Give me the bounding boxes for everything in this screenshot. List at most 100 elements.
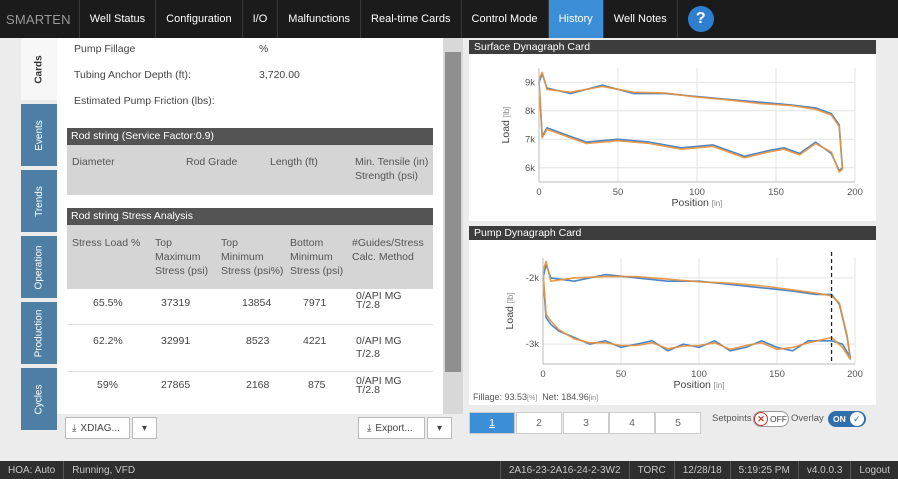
cell-guides: 0/API MG T/2.8 (356, 335, 402, 360)
download-icon: ⤓ (367, 422, 372, 434)
brand-logo: SMARTEN (6, 11, 71, 27)
y-tick-label: 6k (525, 163, 535, 174)
y-axis-unit: [lb] (502, 107, 511, 118)
tab-real-time-cards[interactable]: Real-time Cards (360, 0, 460, 38)
help-icon[interactable]: ? (687, 6, 714, 32)
page-button-2[interactable]: 2 (516, 412, 562, 434)
col-diameter: Diameter (72, 156, 115, 168)
x-tick-label: 150 (769, 369, 785, 380)
logout-link[interactable]: Logout (851, 461, 898, 479)
tubing-anchor-value: 3,720.00 (259, 69, 300, 81)
hoa-status: HOA: Auto (0, 461, 65, 479)
stress-analysis-header: Rod string Stress Analysis (67, 208, 433, 225)
net-unit: [in] (588, 395, 599, 402)
sidetab-cycles[interactable]: Cycles (21, 368, 57, 432)
run-status: Running, VFD (72, 464, 136, 476)
x-tick-label: 0 (536, 187, 541, 198)
xdiag-label: XDIAG... (80, 422, 120, 434)
torc-label: TORC (630, 461, 675, 479)
col-top-min: Top Minimum Stress (psi%) (221, 237, 284, 277)
x-tick-label: 150 (768, 187, 784, 198)
panel-scrollbar[interactable] (443, 38, 463, 414)
setpoints-toggle[interactable]: ✕ OFF (753, 411, 789, 427)
xdiag-dropdown-button[interactable]: ▾ (132, 417, 157, 439)
export-label: Export... (375, 422, 413, 434)
row-divider (67, 324, 433, 325)
cell-stress-load: 65.5% (93, 297, 123, 309)
scrollbar-thumb[interactable] (445, 52, 461, 372)
y-tick-label: 8k (525, 106, 535, 117)
y-axis-label: Load [lb] (504, 293, 516, 330)
sidetab-label: Events (33, 119, 45, 151)
fillage-readout: Fillage: 93.53[%] Net: 184.96[in] (473, 392, 598, 402)
y-tick-label: -3k (526, 339, 539, 350)
close-icon: ✕ (754, 412, 768, 426)
x-axis-label: Position [in] (674, 379, 725, 391)
page-button-1[interactable]: 1 (469, 412, 515, 434)
xdiag-button[interactable]: ⤓ XDIAG... (65, 417, 130, 439)
export-dropdown-button[interactable]: ▾ (427, 417, 452, 439)
surface-chart: 9k8k7k6k0 50 100 150 200Position [in]Load [l… (500, 68, 863, 209)
check-icon: ✓ (849, 412, 864, 426)
x-tick-label: 50 (613, 187, 624, 198)
tab-io[interactable]: I/O (241, 0, 278, 38)
series-line-2 (538, 71, 844, 173)
pump-chart: -2k-3k0 50 100 150 200Position [in]Load [lb] (504, 252, 863, 391)
sidetab-events[interactable]: Events (21, 104, 57, 168)
fillage-unit: [%] (527, 395, 538, 402)
tab-history[interactable]: History (547, 0, 603, 38)
x-tick-label: 50 (616, 369, 627, 380)
setpoints-state: OFF (770, 414, 787, 424)
sidetab-label: Operation (33, 245, 45, 289)
x-tick-label: 0 (540, 369, 545, 380)
setpoints-label: Setpoints (712, 413, 752, 424)
page-button-4[interactable]: 4 (609, 412, 655, 434)
y-tick-label: 9k (525, 77, 535, 88)
cell-top-max: 32991 (161, 335, 191, 347)
top-nav-bar: SMARTEN Well Status Configuration I/O Ma… (0, 0, 898, 38)
cell-top-min: 13854 (242, 297, 272, 309)
side-tabs: Cards Events Trends Operation Production… (21, 38, 57, 434)
cell-guides: 0/API MG T/2.8 (356, 375, 402, 396)
cell-top-min: 8523 (246, 335, 270, 347)
surface-dynagraph-card: Surface Dynagraph Card 9k 8k 7k 6k 0 50 100 150… (469, 40, 876, 221)
sidetab-operation[interactable]: Operation (21, 236, 57, 300)
page-button-3[interactable]: 3 (563, 412, 609, 434)
sidetab-production[interactable]: Production (21, 302, 57, 366)
tab-control-mode[interactable]: Control Mode (460, 0, 548, 38)
chevron-down-icon: ▾ (141, 422, 148, 434)
surface-card-title: Surface Dynagraph Card (469, 40, 876, 54)
row-divider (67, 371, 433, 372)
cell-bottom-min: 4221 (303, 335, 327, 347)
col-stress-load: Stress Load % (72, 237, 141, 249)
tab-well-status[interactable]: Well Status (78, 0, 155, 38)
sidetab-label: Production (33, 309, 45, 357)
overlay-state: ON (833, 414, 846, 424)
sidetab-label: Cards (33, 54, 45, 84)
well-id: 2A16-23-2A16-24-2-3W2 (499, 461, 630, 479)
cards-detail-panel: Pump Fillage % Tubing Anchor Depth (ft):… (57, 38, 443, 414)
left-toolbar: ⤓ XDIAG... ▾ ⤓ Export... ▾ (57, 414, 463, 444)
col-bottom-min: Bottom Minimum Stress (psi) (290, 237, 344, 277)
y-axis-unit: [lb] (506, 293, 515, 304)
cell-stress-load: 62.2% (93, 335, 123, 347)
cell-stress-load: 59% (97, 379, 119, 391)
card-pagination: 1 2 3 4 5 Setpoints ✕ OFF Overlay ON ✓ (469, 410, 876, 436)
cell-top-max: 27865 (161, 379, 191, 391)
series-line-2 (542, 260, 852, 361)
export-button[interactable]: ⤓ Export... (358, 417, 425, 439)
pump-fillage-label: Pump Fillage (74, 43, 136, 55)
sidetab-trends[interactable]: Trends (21, 170, 57, 234)
pump-dynagraph-card: Pump Dynagraph Card -2k -3k 0 50 100 150 200 Po… (469, 226, 876, 405)
tab-well-notes[interactable]: Well Notes (602, 0, 678, 38)
sidetab-cards[interactable]: Cards (21, 38, 57, 102)
overlay-toggle[interactable]: ON ✓ (828, 411, 866, 427)
page-button-5[interactable]: 5 (655, 412, 701, 434)
tab-configuration[interactable]: Configuration (155, 0, 241, 38)
status-footer: HOA: Auto Running, VFD 2A16-23-2A16-24-2… (0, 461, 898, 479)
tab-malfunctions[interactable]: Malfunctions (277, 0, 360, 38)
col-min-tensile: Min. Tensile (in) Strength (psi) (355, 156, 429, 182)
cell-top-max: 37319 (161, 297, 191, 309)
pump-card-title: Pump Dynagraph Card (469, 226, 876, 240)
overlay-label: Overlay (791, 413, 824, 424)
